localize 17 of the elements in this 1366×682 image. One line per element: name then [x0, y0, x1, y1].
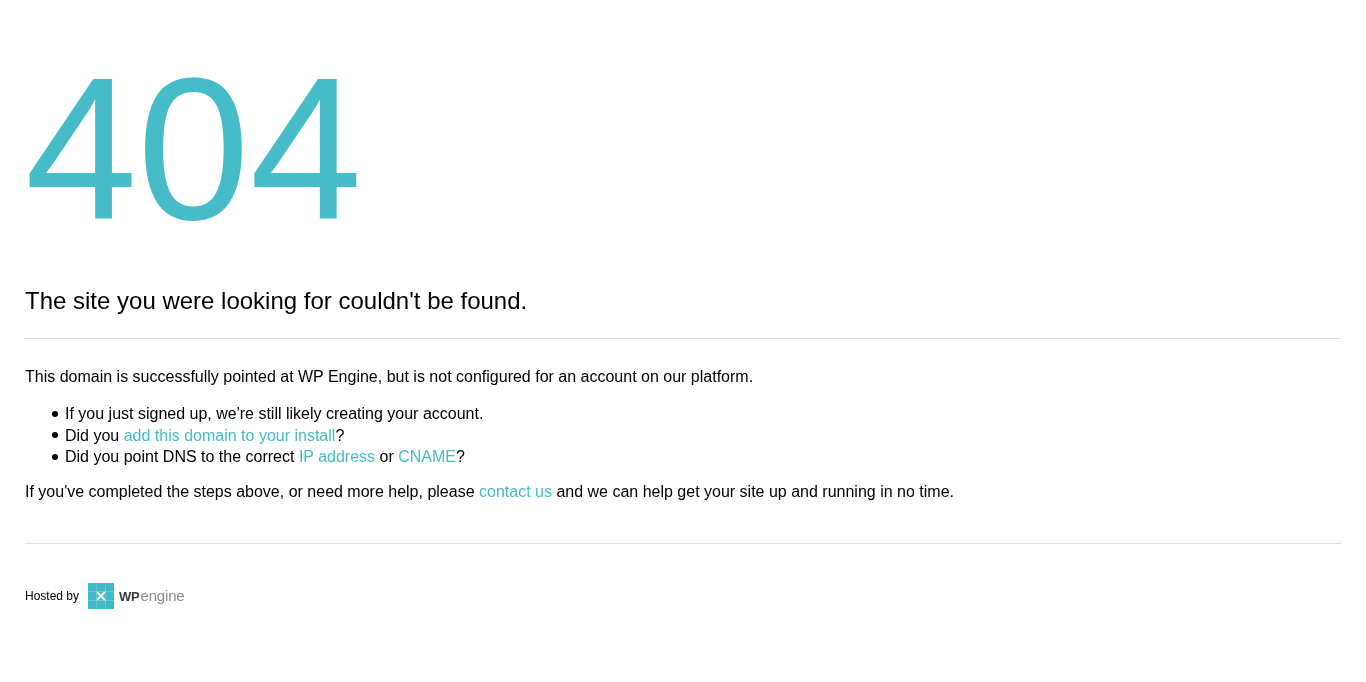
list-item-text: Did you add this domain to your install?: [65, 425, 345, 446]
error-code: 404: [25, 35, 363, 264]
link[interactable]: CNAME: [398, 448, 456, 465]
logo-link[interactable]: WPengine: [88, 582, 185, 609]
link[interactable]: IP address: [298, 448, 376, 465]
link[interactable]: add this domain to your install: [123, 426, 336, 444]
help-paragraph: If you've completed the steps above, or need more help, please contact us and we can help get your site up and running in no time.: [25, 481, 955, 502]
list-item-text: Did you point DNS to the correct IP address or CNAME?: [65, 447, 465, 467]
grid-logo-icon: [88, 582, 115, 609]
list-item-text: If you just signed up, we're still likely creating your account.: [65, 404, 484, 424]
page-heading: The site you were looking for couldn't be found.: [25, 287, 529, 315]
link[interactable]: contact us: [479, 482, 552, 500]
intro-paragraph: This domain is successfully pointed at WP Engine, but is not configured for an account on our platform.: [25, 367, 755, 387]
bullet-icon: [52, 453, 58, 460]
bullet-icon: [52, 410, 58, 417]
hosted-by-label: Hosted by: [25, 588, 80, 603]
bullet-icon: [52, 432, 58, 439]
